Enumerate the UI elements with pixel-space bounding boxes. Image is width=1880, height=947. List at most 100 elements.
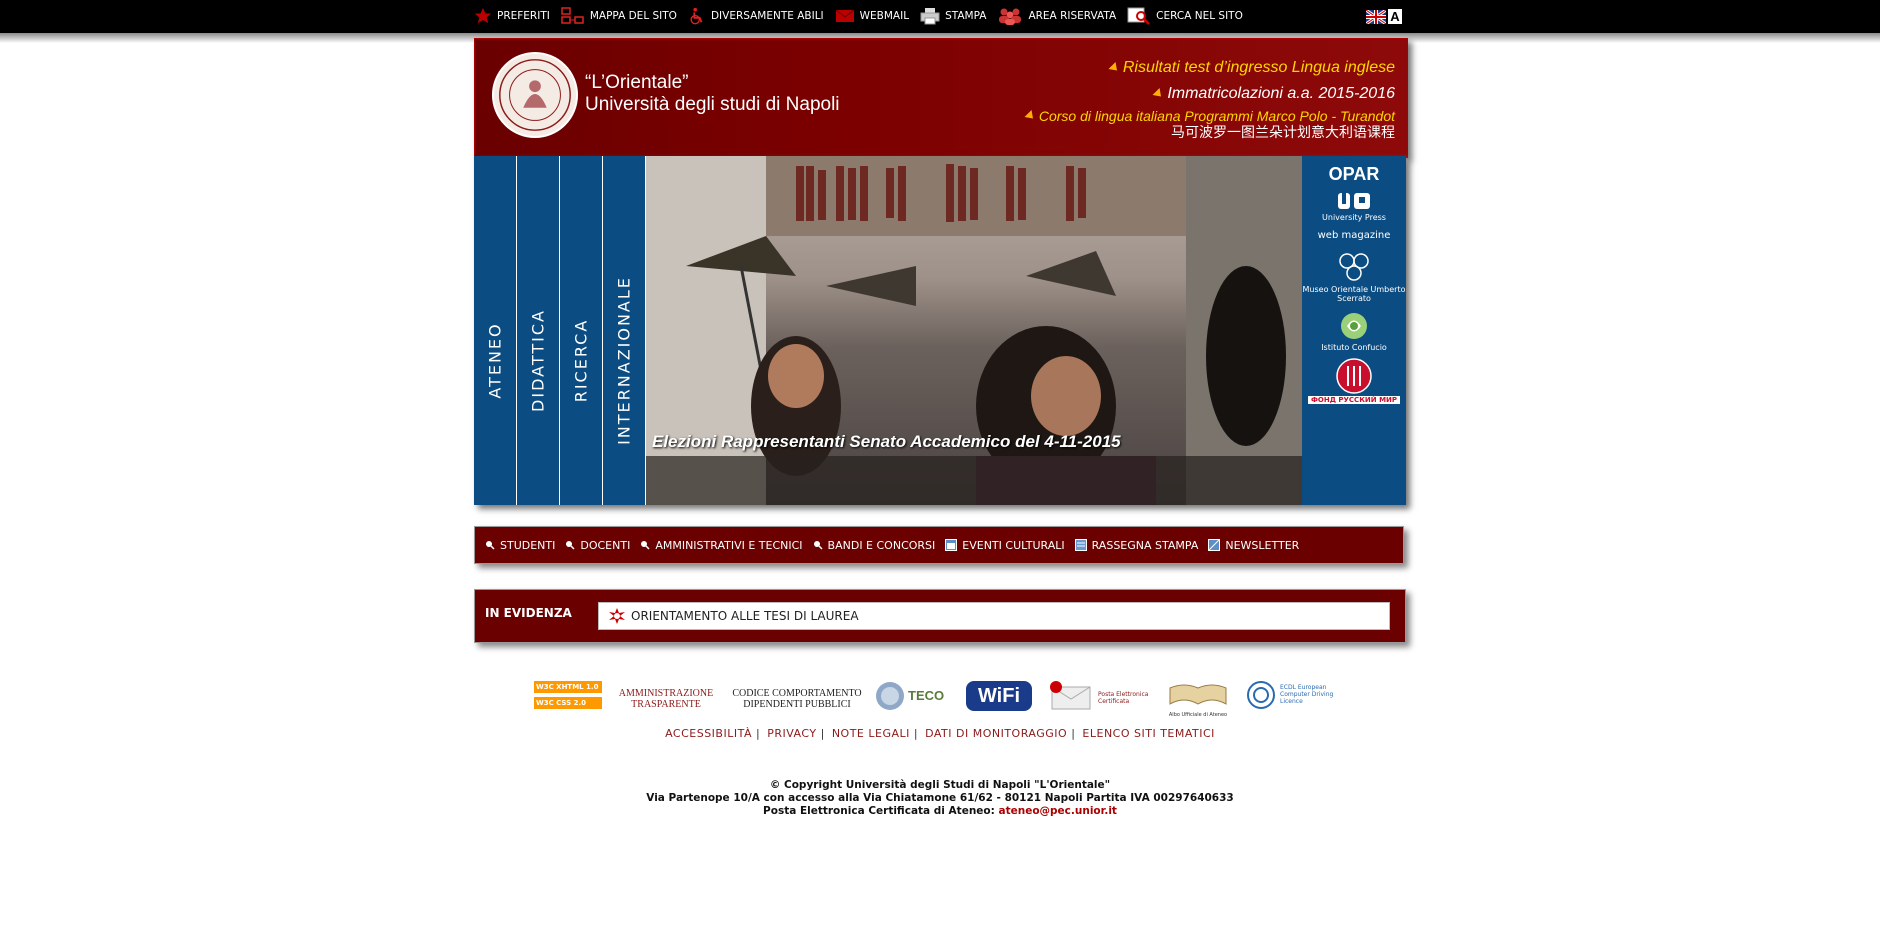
russkiy-mir-logo-icon: [1336, 358, 1372, 394]
separator: |: [755, 727, 760, 740]
menu-item-newsletter[interactable]: NEWSLETTER: [1208, 539, 1299, 552]
footer-link-accessibilita[interactable]: ACCESSIBILITÀ: [665, 727, 752, 740]
teco-globe-icon: [876, 682, 904, 710]
library-scene-image: [646, 156, 1302, 505]
museum-link[interactable]: Museo Orientale Umberto Scerrato: [1302, 251, 1406, 303]
codice-comportamento-link[interactable]: CODICE COMPORTAMENTO DIPENDENTI PUBBLICI: [732, 688, 862, 710]
envelope-icon: [1050, 681, 1091, 710]
print-link[interactable]: STAMPA: [920, 7, 986, 25]
print-label: STAMPA: [945, 10, 987, 22]
magnifier-icon: [813, 541, 823, 550]
language-switch: A: [1366, 9, 1402, 24]
amministrazione-trasparente-link[interactable]: AMMINISTRAZIONE TRASPARENTE: [616, 688, 716, 710]
users-icon: [999, 8, 1022, 25]
printer-icon: [920, 8, 940, 25]
in-evidenza-panel: IN EVIDENZA ORIENTAMENTO ALLE TESI DI LA…: [474, 589, 1406, 643]
accessibility-link[interactable]: DIVERSAMENTE ABILI: [688, 7, 824, 25]
pec-link[interactable]: Posta Elettronica Certificata: [1048, 681, 1148, 715]
university-name-line2: Università degli studi di Napoli: [585, 94, 840, 115]
site-search-link[interactable]: CERCA NEL SITO: [1127, 7, 1243, 25]
university-press-link[interactable]: University Press: [1302, 191, 1406, 222]
tab-internazionale[interactable]: INTERNAZIONALE: [603, 156, 646, 505]
magnifier-icon: [641, 541, 650, 550]
top-links: PREFERITI MAPPA DEL SITO DIVERSAMENTE AB…: [474, 4, 1254, 28]
magnifier-icon: [486, 541, 495, 550]
arrow-icon: [1024, 109, 1037, 123]
banner-caption[interactable]: Elezioni Rappresentanti Senato Accademic…: [652, 432, 1121, 452]
partner-logos: W3C XHTML 1.0 W3C CSS 2.0 AMMINISTRAZION…: [534, 678, 1354, 718]
arrow-icon: [1152, 87, 1165, 101]
magnifier-icon: [566, 541, 575, 550]
separator: |: [913, 727, 918, 740]
text-size-button[interactable]: A: [1388, 9, 1402, 24]
header-news: Risultati test d’ingresso Lingua inglese…: [1024, 55, 1395, 141]
menu-item-rassegna[interactable]: RASSEGNA STAMPA: [1074, 539, 1198, 552]
w3c-css-badge[interactable]: W3C CSS 2.0: [534, 697, 602, 709]
teco-link[interactable]: TECO: [874, 680, 944, 716]
address-line: Via Partenope 10/A con accesso alla Via …: [646, 792, 1234, 804]
accessibility-label: DIVERSAMENTE ABILI: [710, 10, 824, 22]
newspaper-icon: [1074, 539, 1087, 551]
wifi-link[interactable]: WiFi: [966, 681, 1032, 711]
web-magazine-link[interactable]: web magazine: [1302, 230, 1406, 241]
tab-ricerca[interactable]: RICERCA: [560, 156, 603, 505]
in-evidenza-label: IN EVIDENZA: [485, 606, 572, 620]
footer-link-siti-tematici[interactable]: ELENCO SITI TEMATICI: [1082, 727, 1215, 740]
open-book-icon: [1169, 684, 1227, 705]
mail-icon: [835, 9, 854, 22]
site-header: “L’Orientale” Università degli studi di …: [474, 38, 1408, 158]
sitemap-link[interactable]: MAPPA DEL SITO: [561, 7, 677, 25]
menu-item-docenti[interactable]: DOCENTI: [565, 539, 630, 552]
ecdl-logo-icon: [1247, 681, 1275, 709]
footer-links: ACCESSIBILITÀ | PRIVACY | NOTE LEGALI | DAT…: [0, 727, 1880, 740]
pec-email-link[interactable]: ateneo@pec.unior.it: [999, 805, 1117, 817]
news-item[interactable]: Immatricolazioni a.a. 2015-2016: [1027, 81, 1395, 107]
footer-link-monitoraggio[interactable]: DATI DI MONITORAGGIO: [925, 727, 1067, 740]
w3c-xhtml-badge[interactable]: W3C XHTML 1.0: [534, 681, 602, 693]
pec-line: Posta Elettronica Certificata di Ateneo:…: [763, 805, 1117, 817]
wheelchair-icon: [690, 7, 703, 25]
footer-link-note-legali[interactable]: NOTE LEGALI: [832, 727, 910, 740]
favorites-label: PREFERITI: [497, 10, 550, 22]
side-portal: OPAR University Press web magazine Museo…: [1302, 156, 1406, 505]
burst-icon: [609, 608, 625, 624]
albo-link[interactable]: Albo Ufficiale di Ateneo: [1166, 680, 1230, 718]
calendar-icon: [945, 539, 958, 551]
webmail-link[interactable]: WEBMAIL: [835, 8, 909, 24]
uk-flag-icon[interactable]: [1366, 9, 1386, 24]
copyright-line: © Copyright Università degli Studi di Na…: [769, 779, 1111, 791]
reserved-area-link[interactable]: AREA RISERVATA: [997, 7, 1116, 25]
in-evidenza-item[interactable]: ORIENTAMENTO ALLE TESI DI LAUREA: [631, 609, 859, 623]
tab-didattica[interactable]: DIDATTICA: [517, 156, 560, 505]
menu-item-bandi[interactable]: BANDI E CONCORSI: [813, 539, 935, 552]
menu-item-amministrativi[interactable]: AMMINISTRATIVI E TECNICI: [640, 539, 803, 552]
in-evidenza-ticker: ORIENTAMENTO ALLE TESI DI LAUREA: [598, 602, 1390, 630]
footer-link-privacy[interactable]: PRIVACY: [767, 727, 816, 740]
museum-logo-icon: [1339, 253, 1369, 281]
copyright: © Copyright Università degli Studi di Na…: [0, 779, 1880, 818]
menu-item-eventi[interactable]: EVENTI CULTURALI: [945, 539, 1065, 552]
separator: |: [1071, 727, 1075, 740]
news-item-chinese[interactable]: 马可波罗一图兰朵计划意大利语课程: [1027, 125, 1395, 141]
sitemap-icon: [561, 7, 584, 24]
main-menu: STUDENTI DOCENTI AMMINISTRATIVI E TECNIC…: [474, 526, 1404, 564]
news-item[interactable]: Risultati test d’ingresso Lingua inglese: [1027, 55, 1395, 81]
banner-photo[interactable]: Elezioni Rappresentanti Senato Accademic…: [646, 156, 1302, 505]
russkiy-mir-link[interactable]: ФОНД РУССКИЙ МИР: [1302, 358, 1406, 404]
arrow-icon: [1108, 61, 1121, 75]
star-icon: [474, 7, 492, 24]
ecdl-link[interactable]: ECDL European Computer Driving Licence: [1246, 680, 1333, 714]
university-name: “L’Orientale” Università degli studi di …: [585, 72, 840, 116]
site-search-label: CERCA NEL SITO: [1156, 10, 1243, 22]
tab-ateneo[interactable]: ATENEO: [474, 156, 517, 505]
confucius-institute-link[interactable]: Istituto Confucio: [1302, 311, 1406, 352]
webmail-label: WEBMAIL: [859, 10, 910, 22]
university-name-line1: “L’Orientale”: [585, 72, 689, 93]
separator: |: [820, 727, 825, 740]
university-seal-logo[interactable]: [491, 51, 579, 139]
menu-item-studenti[interactable]: STUDENTI: [485, 539, 555, 552]
favorites-link[interactable]: PREFERITI: [474, 7, 550, 25]
opar-title[interactable]: OPAR: [1302, 164, 1406, 185]
sitemap-label: MAPPA DEL SITO: [589, 10, 677, 22]
news-item[interactable]: Corso di lingua italiana Programmi Marco…: [1024, 107, 1395, 125]
